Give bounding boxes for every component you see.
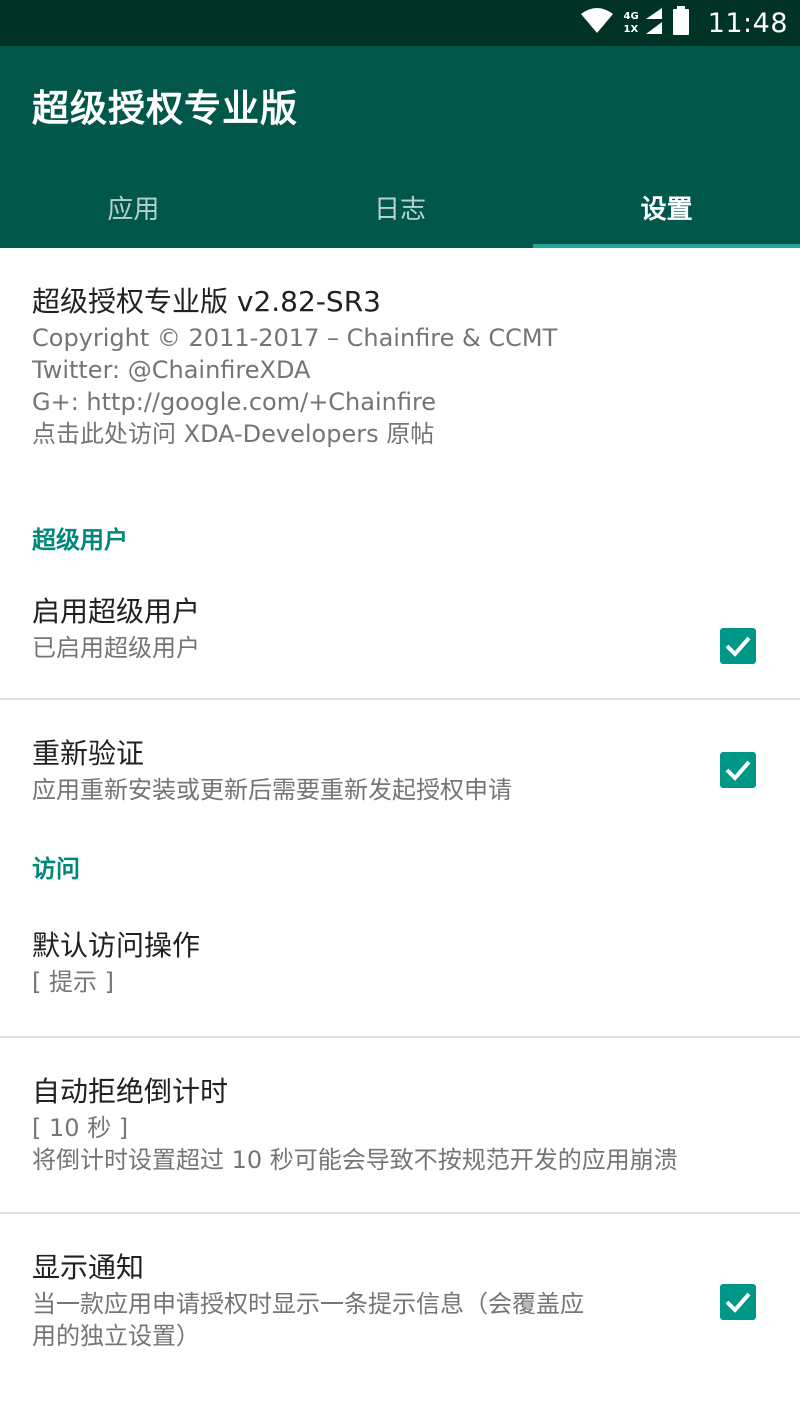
network-type-top: 4G: [623, 11, 639, 22]
section-header-access: 访问: [32, 854, 80, 883]
tab-apps-label: 应用: [107, 194, 160, 225]
tab-logs[interactable]: 日志: [267, 166, 534, 248]
pref-summary-line1: 当一款应用申请授权时显示一条提示信息（会覆盖应: [32, 1290, 584, 1318]
pref-summary: [ 10 秒 ]: [32, 1114, 129, 1142]
tab-apps[interactable]: 应用: [0, 166, 267, 248]
status-icons: 4G 1X 11:48: [580, 0, 788, 46]
pref-reauthenticate[interactable]: 重新验证 应用重新安装或更新后需要重新发起授权申请: [0, 700, 800, 820]
network-indicator: 4G 1X: [624, 7, 662, 39]
status-bar: 4G 1X 11:48: [0, 0, 800, 46]
enable-superuser-checkbox[interactable]: [720, 628, 756, 664]
check-icon: [725, 636, 751, 657]
tab-settings-label: 设置: [640, 194, 693, 225]
status-clock: 11:48: [707, 7, 788, 39]
about-item[interactable]: 超级授权专业版 v2.82-SR3 Copyright © 2011-2017 …: [0, 248, 800, 494]
twitter-text: Twitter: @ChainfireXDA: [32, 356, 311, 384]
network-type-bottom: 1X: [623, 24, 639, 35]
pref-title: 启用超级用户: [32, 595, 201, 628]
battery-icon: [672, 6, 690, 40]
pref-title: 自动拒绝倒计时: [32, 1075, 229, 1108]
pref-summary: [ 提示 ]: [32, 968, 114, 996]
tab-settings[interactable]: 设置: [533, 166, 800, 248]
tab-logs-label: 日志: [374, 194, 427, 225]
pref-summary-line2: 用的独立设置）: [32, 1322, 200, 1350]
check-icon: [725, 760, 751, 781]
tab-bar: 应用 日志 设置: [0, 166, 800, 248]
about-title: 超级授权专业版 v2.82-SR3: [32, 285, 381, 318]
wifi-icon: [580, 8, 614, 38]
pref-title: 重新验证: [32, 737, 145, 770]
pref-title: 默认访问操作: [32, 929, 201, 962]
signal-icon: [642, 7, 662, 39]
reauthenticate-checkbox[interactable]: [720, 752, 756, 788]
gplus-text: G+: http://google.com/+Chainfire: [32, 388, 437, 416]
section-header-superuser: 超级用户: [32, 525, 128, 554]
check-icon: [725, 1292, 751, 1313]
pref-note: 将倒计时设置超过 10 秒可能会导致不按规范开发的应用崩溃: [32, 1146, 678, 1174]
show-notifications-checkbox[interactable]: [720, 1284, 756, 1320]
pref-default-access[interactable]: 默认访问操作 [ 提示 ]: [0, 912, 800, 1036]
app-bar: 超级授权专业版 应用 日志 设置: [0, 46, 800, 248]
pref-summary: 已启用超级用户: [32, 634, 200, 662]
pref-title: 显示通知: [32, 1251, 145, 1284]
pref-show-notifications[interactable]: 显示通知 当一款应用申请授权时显示一条提示信息（会覆盖应 用的独立设置）: [0, 1214, 800, 1394]
app-title: 超级授权专业版: [32, 87, 298, 130]
pref-summary: 应用重新安装或更新后需要重新发起授权申请: [32, 776, 512, 804]
settings-list: 超级授权专业版 v2.82-SR3 Copyright © 2011-2017 …: [0, 248, 800, 1394]
pref-auto-deny-countdown[interactable]: 自动拒绝倒计时 [ 10 秒 ] 将倒计时设置超过 10 秒可能会导致不按规范开…: [0, 1038, 800, 1212]
xda-link[interactable]: 点击此处访问 XDA-Developers 原帖: [32, 418, 768, 450]
copyright-text: Copyright © 2011-2017 – Chainfire & CCMT: [32, 324, 558, 352]
pref-enable-superuser[interactable]: 启用超级用户 已启用超级用户: [0, 580, 800, 698]
